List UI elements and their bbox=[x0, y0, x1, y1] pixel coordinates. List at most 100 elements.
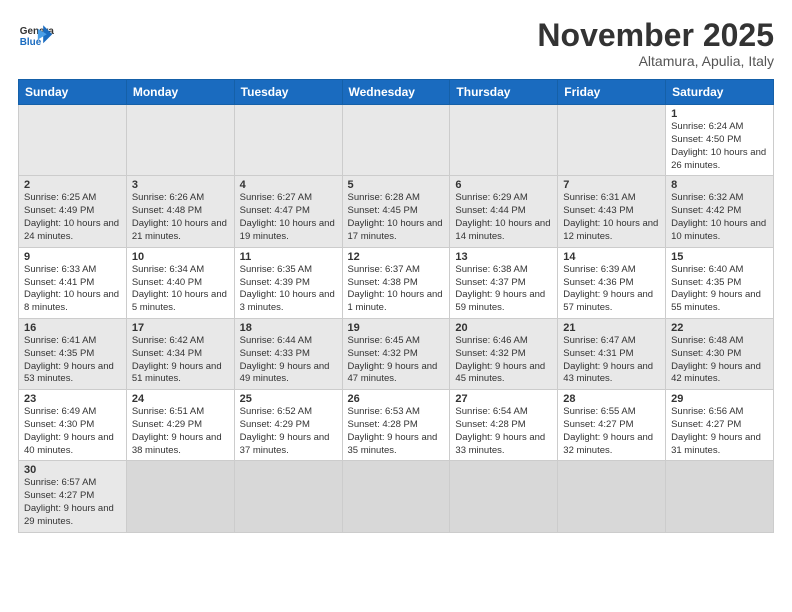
calendar-cell: 10Sunrise: 6:34 AM Sunset: 4:40 PM Dayli… bbox=[126, 247, 234, 318]
calendar-cell: 17Sunrise: 6:42 AM Sunset: 4:34 PM Dayli… bbox=[126, 318, 234, 389]
day-info: Sunrise: 6:52 AM Sunset: 4:29 PM Dayligh… bbox=[240, 406, 337, 457]
calendar-week-row: 2Sunrise: 6:25 AM Sunset: 4:49 PM Daylig… bbox=[19, 176, 774, 247]
day-number: 25 bbox=[240, 393, 337, 405]
day-number: 22 bbox=[671, 322, 768, 334]
day-number: 30 bbox=[24, 464, 121, 476]
weekday-header-tuesday: Tuesday bbox=[234, 80, 342, 105]
calendar-header-row: SundayMondayTuesdayWednesdayThursdayFrid… bbox=[19, 80, 774, 105]
day-info: Sunrise: 6:28 AM Sunset: 4:45 PM Dayligh… bbox=[348, 192, 445, 243]
calendar-cell: 6Sunrise: 6:29 AM Sunset: 4:44 PM Daylig… bbox=[450, 176, 558, 247]
day-number: 7 bbox=[563, 179, 660, 191]
calendar-cell: 21Sunrise: 6:47 AM Sunset: 4:31 PM Dayli… bbox=[558, 318, 666, 389]
calendar-cell bbox=[126, 461, 234, 532]
day-number: 2 bbox=[24, 179, 121, 191]
calendar-cell: 29Sunrise: 6:56 AM Sunset: 4:27 PM Dayli… bbox=[666, 390, 774, 461]
day-info: Sunrise: 6:56 AM Sunset: 4:27 PM Dayligh… bbox=[671, 406, 768, 457]
day-number: 16 bbox=[24, 322, 121, 334]
day-info: Sunrise: 6:51 AM Sunset: 4:29 PM Dayligh… bbox=[132, 406, 229, 457]
day-number: 4 bbox=[240, 179, 337, 191]
day-info: Sunrise: 6:49 AM Sunset: 4:30 PM Dayligh… bbox=[24, 406, 121, 457]
calendar-cell: 15Sunrise: 6:40 AM Sunset: 4:35 PM Dayli… bbox=[666, 247, 774, 318]
day-number: 15 bbox=[671, 251, 768, 263]
weekday-header-thursday: Thursday bbox=[450, 80, 558, 105]
calendar-cell: 28Sunrise: 6:55 AM Sunset: 4:27 PM Dayli… bbox=[558, 390, 666, 461]
day-number: 13 bbox=[455, 251, 552, 263]
calendar-cell: 30Sunrise: 6:57 AM Sunset: 4:27 PM Dayli… bbox=[19, 461, 127, 532]
day-number: 17 bbox=[132, 322, 229, 334]
day-number: 19 bbox=[348, 322, 445, 334]
calendar-cell bbox=[558, 461, 666, 532]
day-info: Sunrise: 6:26 AM Sunset: 4:48 PM Dayligh… bbox=[132, 192, 229, 243]
day-number: 26 bbox=[348, 393, 445, 405]
calendar-week-row: 16Sunrise: 6:41 AM Sunset: 4:35 PM Dayli… bbox=[19, 318, 774, 389]
day-info: Sunrise: 6:38 AM Sunset: 4:37 PM Dayligh… bbox=[455, 264, 552, 315]
calendar-week-row: 23Sunrise: 6:49 AM Sunset: 4:30 PM Dayli… bbox=[19, 390, 774, 461]
day-number: 1 bbox=[671, 108, 768, 120]
calendar-cell: 4Sunrise: 6:27 AM Sunset: 4:47 PM Daylig… bbox=[234, 176, 342, 247]
calendar-cell bbox=[234, 105, 342, 176]
day-info: Sunrise: 6:44 AM Sunset: 4:33 PM Dayligh… bbox=[240, 335, 337, 386]
day-info: Sunrise: 6:27 AM Sunset: 4:47 PM Dayligh… bbox=[240, 192, 337, 243]
calendar-cell: 3Sunrise: 6:26 AM Sunset: 4:48 PM Daylig… bbox=[126, 176, 234, 247]
calendar-cell bbox=[450, 105, 558, 176]
calendar-cell: 27Sunrise: 6:54 AM Sunset: 4:28 PM Dayli… bbox=[450, 390, 558, 461]
day-number: 14 bbox=[563, 251, 660, 263]
day-number: 12 bbox=[348, 251, 445, 263]
day-number: 21 bbox=[563, 322, 660, 334]
day-number: 18 bbox=[240, 322, 337, 334]
calendar-cell bbox=[342, 461, 450, 532]
day-number: 10 bbox=[132, 251, 229, 263]
day-number: 3 bbox=[132, 179, 229, 191]
calendar-cell bbox=[666, 461, 774, 532]
calendar-cell: 9Sunrise: 6:33 AM Sunset: 4:41 PM Daylig… bbox=[19, 247, 127, 318]
day-number: 9 bbox=[24, 251, 121, 263]
day-info: Sunrise: 6:31 AM Sunset: 4:43 PM Dayligh… bbox=[563, 192, 660, 243]
calendar-cell bbox=[342, 105, 450, 176]
title-block: November 2025 Altamura, Apulia, Italy bbox=[537, 18, 774, 69]
calendar-week-row: 9Sunrise: 6:33 AM Sunset: 4:41 PM Daylig… bbox=[19, 247, 774, 318]
day-number: 8 bbox=[671, 179, 768, 191]
calendar-cell: 24Sunrise: 6:51 AM Sunset: 4:29 PM Dayli… bbox=[126, 390, 234, 461]
day-info: Sunrise: 6:53 AM Sunset: 4:28 PM Dayligh… bbox=[348, 406, 445, 457]
day-number: 20 bbox=[455, 322, 552, 334]
day-number: 5 bbox=[348, 179, 445, 191]
day-number: 23 bbox=[24, 393, 121, 405]
day-info: Sunrise: 6:47 AM Sunset: 4:31 PM Dayligh… bbox=[563, 335, 660, 386]
day-info: Sunrise: 6:40 AM Sunset: 4:35 PM Dayligh… bbox=[671, 264, 768, 315]
day-info: Sunrise: 6:48 AM Sunset: 4:30 PM Dayligh… bbox=[671, 335, 768, 386]
day-info: Sunrise: 6:45 AM Sunset: 4:32 PM Dayligh… bbox=[348, 335, 445, 386]
day-info: Sunrise: 6:33 AM Sunset: 4:41 PM Dayligh… bbox=[24, 264, 121, 315]
calendar-table: SundayMondayTuesdayWednesdayThursdayFrid… bbox=[18, 79, 774, 533]
calendar-cell: 26Sunrise: 6:53 AM Sunset: 4:28 PM Dayli… bbox=[342, 390, 450, 461]
calendar-cell bbox=[450, 461, 558, 532]
calendar-cell: 20Sunrise: 6:46 AM Sunset: 4:32 PM Dayli… bbox=[450, 318, 558, 389]
day-number: 6 bbox=[455, 179, 552, 191]
calendar-cell: 18Sunrise: 6:44 AM Sunset: 4:33 PM Dayli… bbox=[234, 318, 342, 389]
calendar-cell: 16Sunrise: 6:41 AM Sunset: 4:35 PM Dayli… bbox=[19, 318, 127, 389]
calendar-cell: 7Sunrise: 6:31 AM Sunset: 4:43 PM Daylig… bbox=[558, 176, 666, 247]
day-info: Sunrise: 6:24 AM Sunset: 4:50 PM Dayligh… bbox=[671, 121, 768, 172]
calendar-cell: 1Sunrise: 6:24 AM Sunset: 4:50 PM Daylig… bbox=[666, 105, 774, 176]
day-info: Sunrise: 6:37 AM Sunset: 4:38 PM Dayligh… bbox=[348, 264, 445, 315]
weekday-header-saturday: Saturday bbox=[666, 80, 774, 105]
day-number: 11 bbox=[240, 251, 337, 263]
day-info: Sunrise: 6:41 AM Sunset: 4:35 PM Dayligh… bbox=[24, 335, 121, 386]
logo-icon: General Blue bbox=[18, 18, 54, 54]
day-number: 24 bbox=[132, 393, 229, 405]
day-info: Sunrise: 6:34 AM Sunset: 4:40 PM Dayligh… bbox=[132, 264, 229, 315]
weekday-header-monday: Monday bbox=[126, 80, 234, 105]
day-info: Sunrise: 6:46 AM Sunset: 4:32 PM Dayligh… bbox=[455, 335, 552, 386]
day-info: Sunrise: 6:32 AM Sunset: 4:42 PM Dayligh… bbox=[671, 192, 768, 243]
calendar-cell: 11Sunrise: 6:35 AM Sunset: 4:39 PM Dayli… bbox=[234, 247, 342, 318]
day-number: 29 bbox=[671, 393, 768, 405]
calendar-cell bbox=[558, 105, 666, 176]
day-info: Sunrise: 6:42 AM Sunset: 4:34 PM Dayligh… bbox=[132, 335, 229, 386]
calendar-cell: 23Sunrise: 6:49 AM Sunset: 4:30 PM Dayli… bbox=[19, 390, 127, 461]
calendar-cell bbox=[234, 461, 342, 532]
location: Altamura, Apulia, Italy bbox=[537, 53, 774, 69]
day-number: 27 bbox=[455, 393, 552, 405]
day-info: Sunrise: 6:54 AM Sunset: 4:28 PM Dayligh… bbox=[455, 406, 552, 457]
day-info: Sunrise: 6:35 AM Sunset: 4:39 PM Dayligh… bbox=[240, 264, 337, 315]
day-info: Sunrise: 6:29 AM Sunset: 4:44 PM Dayligh… bbox=[455, 192, 552, 243]
calendar-cell: 25Sunrise: 6:52 AM Sunset: 4:29 PM Dayli… bbox=[234, 390, 342, 461]
